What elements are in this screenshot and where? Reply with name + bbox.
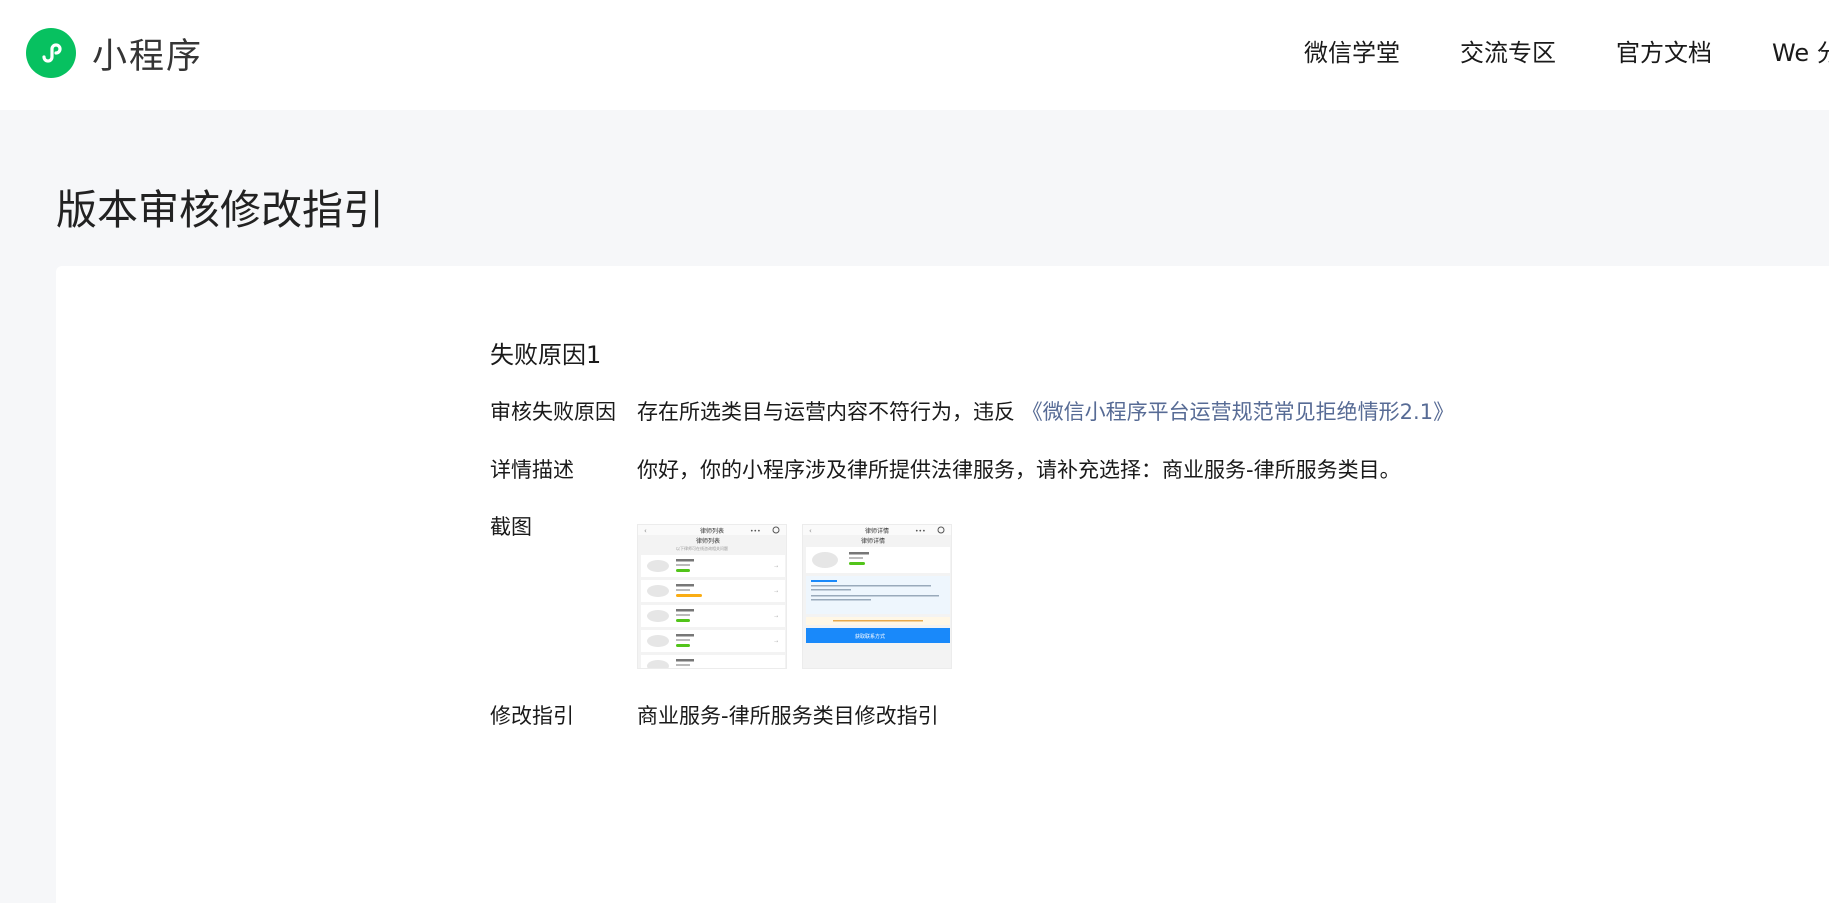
lawyer-card <box>641 655 785 668</box>
contact-button-label: 获取联系方式 <box>855 633 885 640</box>
more-dots-icon: ••• <box>915 528 926 535</box>
lawyer-card: → <box>641 555 785 577</box>
detail-label: 详情描述 <box>490 458 574 482</box>
svg-text:→: → <box>774 639 778 645</box>
svg-text:→: → <box>774 589 778 595</box>
brand-name: 小程序 <box>92 36 204 77</box>
back-arrow-icon: ‹ <box>809 527 812 535</box>
lawyer-card: → <box>641 605 785 627</box>
nav-item-wechat-academy[interactable]: 微信学堂 <box>1304 36 1400 70</box>
page-title: 版本审核修改指引 <box>56 186 384 234</box>
detail-row: 详情描述 你好，你的小程序涉及律所提供法律服务，请补充选择：商业服务-律所服务类… <box>490 455 1401 485</box>
reason-text: 存在所选类目与运营内容不符行为，违反 <box>637 400 1015 424</box>
rules-link[interactable]: 《微信小程序平台运营规范常见拒绝情形2.1》 <box>1022 400 1454 424</box>
mini-program-logo-icon <box>26 28 76 78</box>
screenshot-detail-title: 律师详情 <box>861 537 885 545</box>
review-card: 失败原因1 审核失败原因 存在所选类目与运营内容不符行为，违反 《微信小程序平台… <box>56 266 1829 903</box>
reason-row: 审核失败原因 存在所选类目与运营内容不符行为，违反 《微信小程序平台运营规范常见… <box>490 397 1454 427</box>
lawyer-card: → <box>641 630 785 652</box>
screenshot-thumbnail-lawyer-detail[interactable]: ‹ 律师详情 ••• 律师详情 获取联系方式 <box>802 524 952 669</box>
failure-section-title: 失败原因1 <box>490 341 602 369</box>
svg-text:→: → <box>774 564 778 570</box>
guide-row: 修改指引 商业服务-律所服务类目修改指引 <box>490 701 939 731</box>
brand-link[interactable]: 小程序 <box>26 28 203 78</box>
screenshot-label: 截图 <box>490 515 532 539</box>
screenshot-title: 律师详情 <box>865 527 889 535</box>
main-nav: 微信学堂 交流专区 官方文档 We 分 <box>1304 36 1829 70</box>
nav-item-we-share[interactable]: We 分 <box>1772 36 1829 70</box>
reason-value: 存在所选类目与运营内容不符行为，违反 《微信小程序平台运营规范常见拒绝情形2.1… <box>637 397 1454 427</box>
detail-text: 你好，你的小程序涉及律所提供法律服务，请补充选择：商业服务-律所服务类目。 <box>637 458 1401 482</box>
reason-label: 审核失败原因 <box>490 400 616 424</box>
screenshot-row: 截图 ‹ 律师列表 ••• 律师列表 以下律师可在线咨询相关问题 → → → →… <box>490 512 952 669</box>
nav-item-official-docs[interactable]: 官方文档 <box>1616 36 1712 70</box>
screenshot-list-subtitle: 以下律师可在线咨询相关问题 <box>676 545 728 551</box>
screenshot-list-title: 律师列表 <box>696 537 720 545</box>
more-dots-icon: ••• <box>750 528 761 535</box>
guide-label: 修改指引 <box>490 704 574 728</box>
lawyer-card: → <box>641 580 785 602</box>
screenshot-thumbnail-lawyer-list[interactable]: ‹ 律师列表 ••• 律师列表 以下律师可在线咨询相关问题 → → → → <box>637 524 787 669</box>
top-header: 小程序 微信学堂 交流专区 官方文档 We 分 <box>0 0 1829 110</box>
svg-text:→: → <box>774 614 778 620</box>
nav-item-community[interactable]: 交流专区 <box>1460 36 1556 70</box>
back-arrow-icon: ‹ <box>644 527 647 535</box>
guide-link[interactable]: 商业服务-律所服务类目修改指引 <box>637 701 939 731</box>
screenshot-list: ‹ 律师列表 ••• 律师列表 以下律师可在线咨询相关问题 → → → → ‹ … <box>637 524 952 669</box>
screenshot-title: 律师列表 <box>700 527 724 535</box>
